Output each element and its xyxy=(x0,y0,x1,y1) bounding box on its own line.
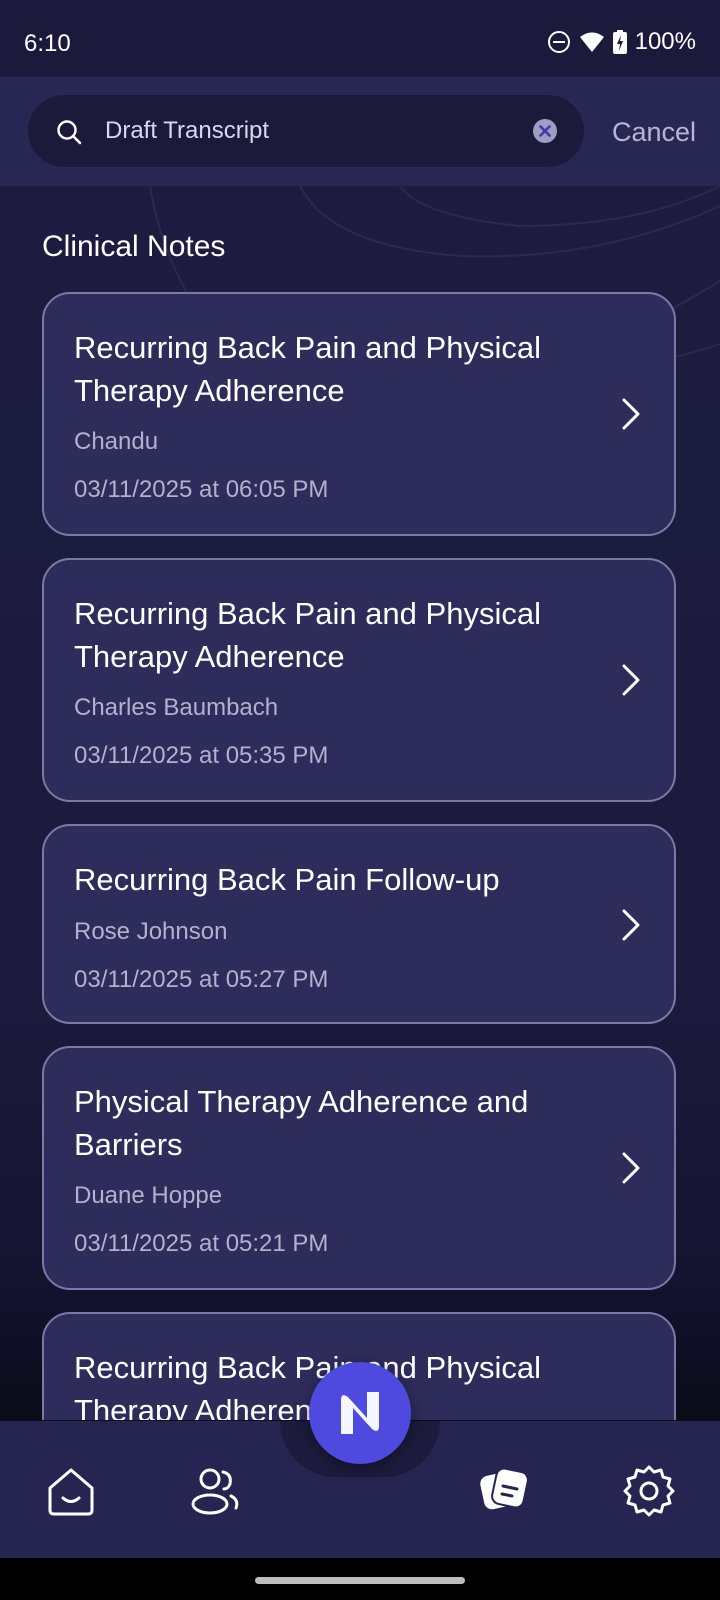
note-date: 03/11/2025 at 05:35 PM xyxy=(74,742,329,769)
logo-n-icon xyxy=(341,1392,379,1434)
note-title: Recurring Back Pain and Physical Therapy… xyxy=(74,596,541,674)
clear-icon[interactable] xyxy=(533,119,557,143)
chevron-right-icon xyxy=(622,664,640,696)
note-date: 03/11/2025 at 05:21 PM xyxy=(74,1230,329,1257)
chevron-right-icon xyxy=(622,1152,640,1184)
search-value[interactable]: Draft Transcript xyxy=(105,117,269,145)
gesture-handle[interactable] xyxy=(255,1577,465,1584)
note-date: 03/11/2025 at 05:27 PM xyxy=(74,966,329,993)
status-time: 6:10 xyxy=(24,30,71,57)
note-card[interactable]: Recurring Back Pain and Physical Therapy… xyxy=(42,292,676,536)
note-patient: Charles Baumbach xyxy=(74,694,279,721)
search-input[interactable]: Draft Transcript xyxy=(28,95,584,167)
status-icons: 100% xyxy=(547,28,696,56)
search-header: Draft Transcript Cancel xyxy=(0,77,720,186)
note-card[interactable]: Physical Therapy Adherence and Barriers … xyxy=(42,1046,676,1290)
chevron-right-icon xyxy=(622,398,640,430)
note-title: Physical Therapy Adherence and Barriers xyxy=(74,1084,529,1162)
note-card[interactable]: Recurring Back Pain and Physical Therapy… xyxy=(42,558,676,802)
status-bar: 6:10 100% xyxy=(0,0,720,77)
chevron-right-icon xyxy=(622,909,640,941)
do-not-disturb-icon xyxy=(547,31,570,53)
note-title: Recurring Back Pain Follow-up xyxy=(74,862,500,897)
note-title: Recurring Back Pain and Physical Therapy… xyxy=(74,330,541,408)
settings-icon[interactable] xyxy=(622,1464,676,1518)
section-title: Clinical Notes xyxy=(42,230,226,263)
search-icon xyxy=(57,120,82,145)
note-date: 03/11/2025 at 06:05 PM xyxy=(74,476,329,503)
notes-list: Recurring Back Pain and Physical Therapy… xyxy=(42,292,678,1420)
note-card[interactable]: Recurring Back Pain Follow-up Rose Johns… xyxy=(42,824,676,1024)
new-recording-button[interactable] xyxy=(309,1362,411,1464)
patients-icon[interactable] xyxy=(188,1464,242,1518)
battery-percent: 100% xyxy=(634,28,696,55)
note-patient: Chandu xyxy=(74,428,159,455)
notes-icon[interactable] xyxy=(478,1464,532,1518)
note-patient: Rose Johnson xyxy=(74,918,228,945)
home-icon[interactable] xyxy=(44,1464,98,1518)
cancel-button[interactable]: Cancel xyxy=(612,117,696,148)
battery-icon xyxy=(612,30,627,54)
note-patient: Duane Hoppe xyxy=(74,1182,223,1209)
wifi-icon xyxy=(579,32,604,52)
